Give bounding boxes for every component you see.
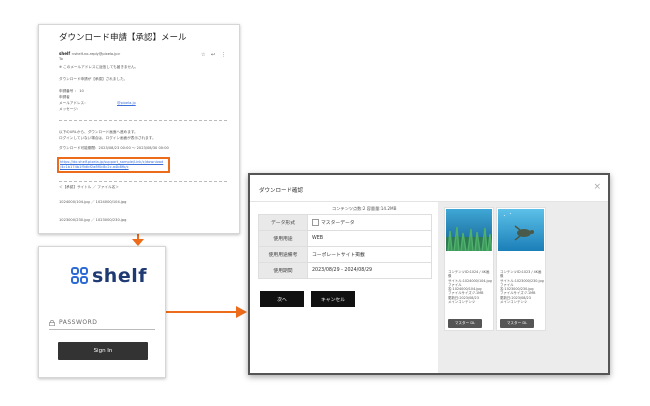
arrow-down-icon	[132, 234, 144, 246]
data-format-value[interactable]: マスターデータ	[307, 214, 432, 231]
data-format-label: マスターデータ	[321, 221, 355, 226]
content-card: コンテンツID:1024 / 4K画像 サイトル:1024000/104.jpg…	[444, 207, 494, 331]
row-key: 使用期間	[258, 262, 308, 279]
modal-title: ダウンロード確認	[259, 188, 304, 194]
field-applicant: 申請者	[59, 95, 70, 99]
row-key: 使用用途	[258, 230, 308, 247]
field-mail: メールアドレス：	[59, 101, 88, 105]
login-panel: shelf PASSWORD Sign In	[38, 246, 166, 378]
email-sender: shelf <shelf-no-reply@pixela.jp>	[59, 51, 121, 56]
table-row: 使用用途備考 コーポレートサイト掲載	[258, 246, 432, 263]
logo-text: shelf	[92, 265, 148, 287]
email-subject: ダウンロード申請【承認】メール	[59, 33, 187, 43]
download-settings-table: データ形式 マスターデータ 使用用途 WEB 使用用途備考 コーポレートサイト掲…	[258, 214, 432, 279]
meta-line: コンテンツID:1023 / 4K画像	[500, 270, 542, 279]
arrow-right-icon	[162, 306, 247, 318]
checkbox-icon[interactable]	[312, 219, 319, 226]
password-field[interactable]: PASSWORD	[49, 319, 155, 330]
email-notice: ※ このメールアドレスに返信しても届きません。	[59, 65, 139, 69]
reply-icon[interactable]: ↩	[211, 52, 215, 58]
row-key: 使用用途備考	[258, 246, 308, 263]
file-item: 1024000/104.jpg ／ 1024000/104.jpg	[59, 200, 127, 204]
url-highlight-box	[57, 157, 170, 173]
close-icon[interactable]: ×	[593, 182, 601, 192]
meta-line: コンテンツID:1024 / 4K画像	[448, 270, 490, 279]
cancel-button[interactable]: キャンセル	[311, 291, 355, 307]
field-mail-value[interactable]: @pixela.jp	[117, 101, 136, 105]
password-label: PASSWORD	[59, 319, 98, 326]
usage-note-value[interactable]: コーポレートサイト掲載	[307, 246, 432, 263]
sea-turtle-image	[498, 209, 544, 251]
shelf-logo: shelf	[71, 265, 147, 287]
file-item: 1023000/230.jpg ／ 1023000/230.jpg	[59, 218, 127, 222]
table-row: 使用用途 WEB	[258, 230, 432, 247]
more-icon[interactable]: ⋮	[221, 52, 226, 58]
field-message: メッセージ：	[59, 107, 81, 111]
divider	[59, 181, 227, 182]
content-meta: コンテンツID:1024 / 4K画像 サイトル:1024000/104.jpg…	[448, 270, 492, 304]
meta-line: メインコンテンツ	[500, 300, 528, 305]
table-row: 使用期間 2023/08/29 - 2024/08/29	[258, 262, 432, 279]
instructions-2: ログインしていない場合は、ログイン画面が表示されます。	[59, 136, 156, 140]
table-row: データ形式 マスターデータ	[258, 214, 432, 231]
instructions-1: 以下のURLから、ダウンロード画面へ進めます。	[59, 130, 138, 134]
sender-name: shelf	[59, 51, 71, 56]
download-confirm-modal: ダウンロード確認 × コンテンツ点数:2 容量量:14.2MB データ形式 マス…	[248, 173, 610, 375]
content-preview-pane: コンテンツID:1024 / 4K画像 サイトル:1024000/104.jpg…	[438, 202, 608, 373]
field-id: 申請番号 ： 10	[59, 89, 84, 93]
content-meta: コンテンツID:1023 / 4K画像 サイトル:1023000/230.jpg…	[500, 270, 544, 304]
lock-icon	[49, 320, 55, 326]
divider	[59, 120, 227, 121]
file-header: ＜【承認】サイトル ／ ファイル名＞	[59, 185, 119, 189]
master-download-button[interactable]: マスター DL	[500, 319, 534, 328]
email-recipient: To	[59, 57, 63, 61]
usage-value[interactable]: WEB	[307, 230, 432, 247]
approval-email: ダウンロード申請【承認】メール shelf <shelf-no-reply@pi…	[38, 24, 240, 234]
content-count: コンテンツ点数:2 容量量:14.2MB	[332, 206, 397, 211]
meta-line: メインコンテンツ	[448, 300, 476, 305]
next-button[interactable]: 次へ	[260, 291, 304, 307]
download-period: ダウンロード可能期間：2023/08/23 00:00 ～ 2023/08/30…	[59, 146, 169, 150]
sign-in-button[interactable]: Sign In	[58, 342, 148, 360]
usage-period-value[interactable]: 2023/08/29 - 2024/08/29	[307, 262, 432, 279]
master-download-button[interactable]: マスター DL	[448, 319, 482, 328]
row-key: データ形式	[258, 214, 308, 231]
content-card: コンテンツID:1023 / 4K画像 サイトル:1023000/230.jpg…	[496, 207, 546, 331]
sender-address: <shelf-no-reply@pixela.jp>	[71, 52, 121, 56]
star-icon[interactable]: ☆	[201, 52, 205, 58]
email-intro: ダウンロード申請が【承認】されました。	[59, 77, 128, 81]
shelf-logo-icon	[71, 267, 89, 285]
seagrass-image	[446, 209, 492, 251]
